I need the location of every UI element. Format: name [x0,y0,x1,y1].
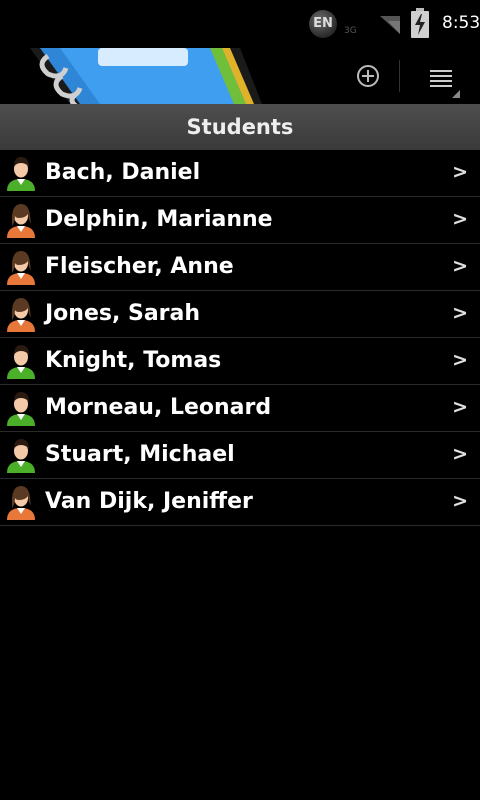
list-item[interactable]: Jones, Sarah > [0,291,480,338]
list-item[interactable]: Delphin, Marianne > [0,197,480,244]
list-item[interactable]: Van Dijk, Jeniffer > [0,479,480,526]
action-bar [0,48,480,104]
keyboard-language-icon: EN [309,10,337,38]
student-name: Van Dijk, Jeniffer [45,489,253,514]
clock: 8:53 [442,13,480,33]
student-name: Jones, Sarah [45,301,201,326]
female-avatar-icon [7,204,35,238]
chevron-right-icon: > [452,255,468,277]
list-item[interactable]: Morneau, Leonard > [0,385,480,432]
chevron-right-icon: > [452,208,468,230]
chevron-right-icon: > [452,443,468,465]
student-name: Knight, Tomas [45,348,222,373]
network-type-label: 3G [344,26,357,36]
battery-charging-icon [411,8,429,38]
male-avatar-icon [7,157,35,191]
female-avatar-icon [7,486,35,520]
female-avatar-icon [7,251,35,285]
list-item[interactable]: Stuart, Michael > [0,432,480,479]
chevron-right-icon: > [452,161,468,183]
list-item[interactable]: Knight, Tomas > [0,338,480,385]
list-item[interactable]: Fleischer, Anne > [0,244,480,291]
chevron-right-icon: > [452,396,468,418]
male-avatar-icon [7,345,35,379]
action-divider [399,60,400,92]
student-name: Delphin, Marianne [45,207,273,232]
student-name: Stuart, Michael [45,442,235,467]
signal-strength-icon [380,16,400,34]
chevron-right-icon: > [452,349,468,371]
female-avatar-icon [7,298,35,332]
students-list: Bach, Daniel > Delphin, Marianne > Fleischer… [0,150,480,526]
chevron-right-icon: > [452,302,468,324]
page-title: Students [0,104,480,150]
male-avatar-icon [7,392,35,426]
chevron-right-icon: > [452,490,468,512]
male-avatar-icon [7,439,35,473]
student-name: Morneau, Leonard [45,395,272,420]
add-student-icon[interactable] [350,58,386,94]
student-name: Fleischer, Anne [45,254,234,279]
status-bar: EN 3G 8:53 [0,0,480,48]
overflow-menu-icon[interactable] [420,58,462,98]
app-logo-notebook-icon [30,48,262,104]
student-name: Bach, Daniel [45,160,201,185]
list-item[interactable]: Bach, Daniel > [0,150,480,197]
